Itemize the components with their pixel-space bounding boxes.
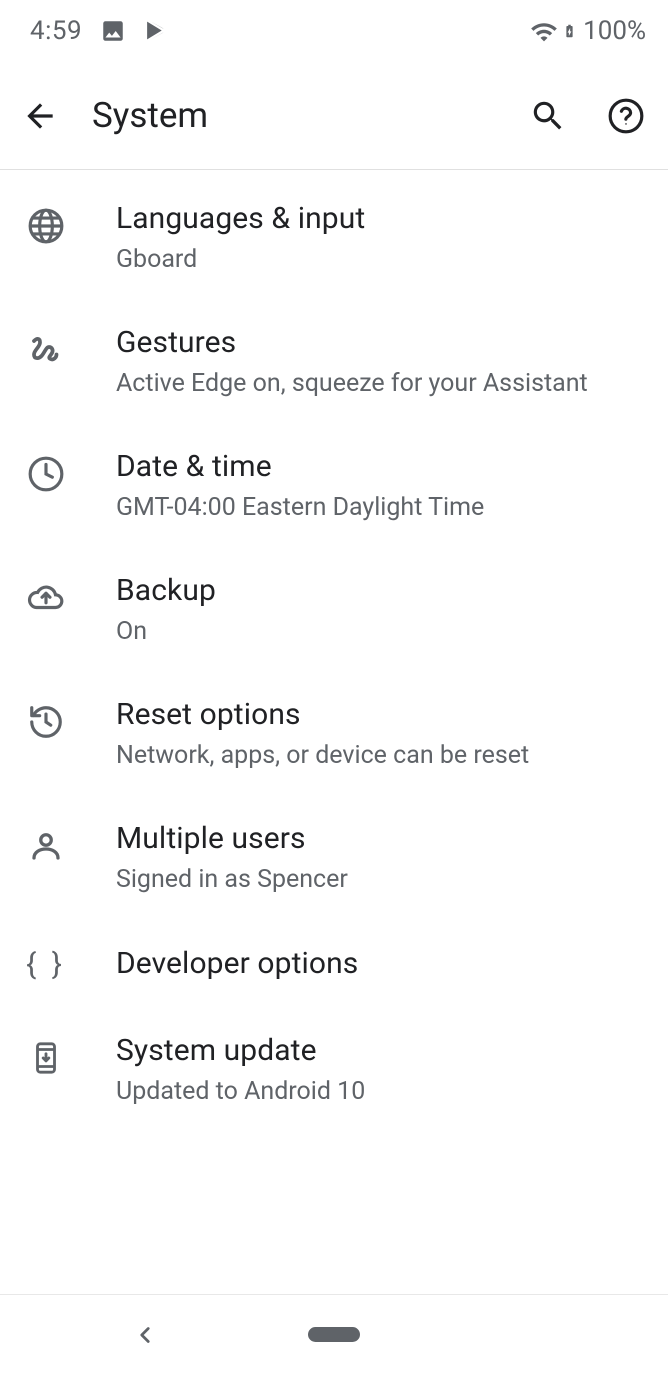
- item-title: Backup: [116, 572, 640, 610]
- braces-icon: { }: [26, 944, 66, 984]
- chevron-left-icon: [132, 1322, 158, 1348]
- page-title: System: [92, 95, 494, 136]
- item-sub: On: [116, 616, 640, 649]
- globe-icon: [26, 206, 66, 246]
- nav-pill[interactable]: [308, 1327, 360, 1342]
- help-icon: [607, 97, 645, 135]
- item-sub: Network, apps, or device can be reset: [116, 740, 640, 773]
- item-sub: Gboard: [116, 244, 640, 277]
- navigation-bar: [0, 1294, 668, 1374]
- item-title: Multiple users: [116, 820, 640, 858]
- item-sub: Signed in as Spencer: [116, 864, 640, 897]
- status-left: 4:59: [30, 16, 170, 46]
- status-right: 100%: [530, 16, 646, 46]
- wifi-icon: [530, 18, 556, 44]
- status-time: 4:59: [30, 16, 82, 46]
- battery-percent: 100%: [583, 16, 646, 46]
- help-button[interactable]: [602, 92, 650, 140]
- item-sub: GMT-04:00 Eastern Daylight Time: [116, 492, 640, 525]
- list-item-multiple-users[interactable]: Multiple users Signed in as Spencer: [0, 796, 668, 920]
- back-button[interactable]: [18, 94, 62, 138]
- cloud-upload-icon: [26, 578, 66, 618]
- search-button[interactable]: [524, 92, 572, 140]
- restore-icon: [26, 702, 66, 742]
- gesture-icon: [26, 330, 66, 370]
- list-item-backup[interactable]: Backup On: [0, 548, 668, 672]
- play-store-icon: [144, 18, 170, 44]
- list-item-languages-input[interactable]: Languages & input Gboard: [0, 176, 668, 300]
- list-item-developer-options[interactable]: { } Developer options: [0, 920, 668, 1008]
- clock-icon: [26, 454, 66, 494]
- app-bar: System: [0, 62, 668, 170]
- list-item-system-update[interactable]: System update Updated to Android 10: [0, 1008, 668, 1132]
- battery-icon: [562, 18, 577, 44]
- arrow-back-icon: [21, 97, 59, 135]
- item-title: System update: [116, 1032, 640, 1070]
- item-title: Developer options: [116, 945, 640, 983]
- item-sub: Updated to Android 10: [116, 1076, 640, 1109]
- item-title: Languages & input: [116, 200, 640, 238]
- system-update-icon: [26, 1038, 66, 1078]
- item-title: Reset options: [116, 696, 640, 734]
- photos-icon: [100, 18, 126, 44]
- item-title: Date & time: [116, 448, 640, 486]
- item-title: Gestures: [116, 324, 640, 362]
- nav-back-button[interactable]: [130, 1320, 160, 1350]
- status-bar: 4:59 100%: [0, 0, 668, 62]
- person-icon: [26, 826, 66, 866]
- list-item-reset-options[interactable]: Reset options Network, apps, or device c…: [0, 672, 668, 796]
- settings-list: Languages & input Gboard Gestures Active…: [0, 170, 668, 1294]
- item-sub: Active Edge on, squeeze for your Assista…: [116, 368, 640, 401]
- list-item-date-time[interactable]: Date & time GMT-04:00 Eastern Daylight T…: [0, 424, 668, 548]
- list-item-gestures[interactable]: Gestures Active Edge on, squeeze for you…: [0, 300, 668, 424]
- search-icon: [529, 97, 567, 135]
